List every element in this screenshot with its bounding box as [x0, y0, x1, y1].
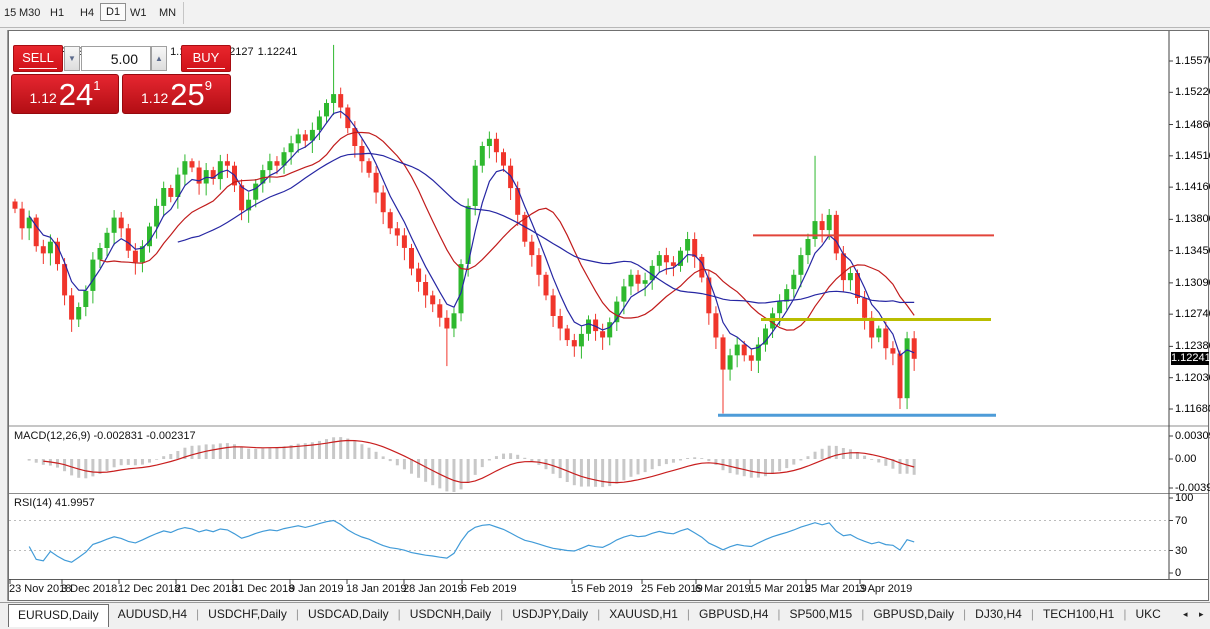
macd-axis-label: 0.00 [1175, 453, 1196, 465]
sell-big-figure: 1.12 [30, 90, 57, 106]
tab-usdcnh-daily[interactable]: USDCNH,Daily [401, 603, 500, 628]
macd-panel-header: MACD(12,26,9) -0.002831 -0.002317 [14, 430, 196, 442]
one-click-trade-panel: SELL ▼ ▲ BUY 1.12 24 1 1.12 25 9 [11, 45, 233, 115]
price-axis-label: 1.14510 [1175, 150, 1210, 162]
volume-decrement-button[interactable]: ▼ [64, 46, 80, 71]
price-axis-label: 1.11680 [1175, 403, 1210, 415]
date-axis-label: 18 Jan 2019 [346, 583, 407, 595]
date-axis-label: 21 Dec 2018 [175, 583, 237, 595]
price-axis-label: 1.13090 [1175, 277, 1210, 289]
timeframe-button-MN[interactable]: MN [156, 5, 179, 21]
current-price-badge: 1.12241 [1171, 352, 1209, 365]
tab-scroll-left-icon[interactable]: ◂ [1183, 609, 1188, 620]
date-axis-label: 25 Mar 2019 [805, 583, 867, 595]
timeframe-button-H1[interactable]: H1 [47, 5, 67, 21]
price-axis-label: 1.14160 [1175, 181, 1210, 193]
trading-app-window: 15M30H1H4D1W1MN ▲EURUSD,Daily 1.121551.1… [0, 0, 1210, 629]
tab-usdjpy-daily[interactable]: USDJPY,Daily [503, 603, 597, 628]
axis-ticks [1169, 61, 1173, 573]
sell-underline [19, 68, 57, 69]
macd-name: MACD(12,26,9) [14, 430, 90, 442]
sell-pips: 24 [59, 81, 93, 109]
sell-button-label: SELL [14, 50, 62, 65]
rsi-axis-label: 0 [1175, 567, 1181, 579]
timeframe-button-H4[interactable]: H4 [77, 5, 97, 21]
tab-audusd-h4[interactable]: AUDUSD,H4 [109, 603, 196, 628]
macd-values: -0.002831 -0.002317 [93, 430, 195, 442]
date-axis-label: 31 Dec 2018 [232, 583, 294, 595]
tab-eurusd-daily[interactable]: EURUSD,Daily [8, 604, 109, 628]
buy-price-button[interactable]: 1.12 25 9 [122, 74, 231, 114]
date-axis-label: 28 Jan 2019 [403, 583, 464, 595]
tab-dj30-h4[interactable]: DJ30,H4 [966, 603, 1031, 628]
date-axis-label: 6 Feb 2019 [461, 583, 517, 595]
date-axis-label: 9 Jan 2019 [289, 583, 343, 595]
buy-pips: 25 [170, 81, 204, 109]
price-axis-label: 1.12030 [1175, 372, 1210, 384]
price-axis-label: 1.12740 [1175, 308, 1210, 320]
buy-button[interactable]: BUY [181, 45, 231, 72]
date-axis-label: 15 Mar 2019 [749, 583, 811, 595]
buy-underline [187, 68, 225, 69]
chart-tab-bar: EURUSD,DailyAUDUSD,H4|USDCHF,Daily|USDCA… [0, 602, 1210, 628]
toolbar-separator [183, 2, 184, 24]
chart-canvas[interactable] [9, 31, 1208, 600]
timeframe-button-M30[interactable]: M30 [16, 5, 43, 21]
rsi-value: 41.9957 [55, 497, 95, 509]
date-axis-label: 15 Feb 2019 [571, 583, 633, 595]
tab-gbpusd-h4[interactable]: GBPUSD,H4 [690, 603, 777, 628]
timeframe-toolbar: 15M30H1H4D1W1MN [0, 0, 1210, 28]
macd-layer [29, 437, 914, 492]
timeframe-button-W1[interactable]: W1 [127, 5, 150, 21]
sell-button[interactable]: SELL [13, 45, 63, 72]
sell-price-button[interactable]: 1.12 24 1 [11, 74, 119, 114]
window-left-edge [0, 30, 8, 601]
rsi-axis-label: 30 [1175, 545, 1187, 557]
trend-lines-layer [718, 235, 996, 415]
price-axis-label: 1.15220 [1175, 86, 1210, 98]
tab-tech100-h1[interactable]: TECH100,H1 [1034, 603, 1123, 628]
rsi-name: RSI(14) [14, 497, 52, 509]
buy-big-figure: 1.12 [141, 90, 168, 106]
rsi-layer [29, 521, 914, 563]
buy-button-label: BUY [182, 50, 230, 65]
date-axis-label: 3 Apr 2019 [859, 583, 912, 595]
rsi-axis-label: 100 [1175, 492, 1193, 504]
rsi-panel-header: RSI(14) 41.9957 [14, 497, 95, 509]
volume-input[interactable] [81, 46, 151, 71]
rsi-axis-label: 70 [1175, 515, 1187, 527]
date-axis-label: 6 Mar 2019 [695, 583, 751, 595]
price-axis-label: 1.13800 [1175, 213, 1210, 225]
tab-ukc[interactable]: UKC [1126, 603, 1169, 628]
price-axis-label: 1.14860 [1175, 119, 1210, 131]
spinner-down-icon: ▼ [68, 54, 76, 63]
tab-xauusd-h1[interactable]: XAUUSD,H1 [600, 603, 687, 628]
tab-usdcad-daily[interactable]: USDCAD,Daily [299, 603, 398, 628]
macd-axis-label: 0.003095 [1175, 430, 1210, 442]
tab-scroll-right-icon[interactable]: ▸ [1199, 609, 1204, 620]
buy-pipette: 9 [205, 78, 212, 93]
tab-gbpusd-daily[interactable]: GBPUSD,Daily [864, 603, 963, 628]
price-axis-label: 1.12380 [1175, 340, 1210, 352]
tab-usdchf-daily[interactable]: USDCHF,Daily [199, 603, 296, 628]
date-axis-label: 3 Dec 2018 [61, 583, 117, 595]
spinner-up-icon: ▲ [155, 54, 163, 63]
price-axis-label: 1.15570 [1175, 55, 1210, 67]
volume-increment-button[interactable]: ▲ [151, 46, 167, 71]
price-axis-label: 1.13450 [1175, 245, 1210, 257]
sell-pipette: 1 [93, 78, 100, 93]
tab-sp500-m15[interactable]: SP500,M15 [781, 603, 862, 628]
chart-window[interactable]: ▲EURUSD,Daily 1.121551.122831.121271.122… [8, 30, 1209, 601]
date-axis-label: 25 Feb 2019 [641, 583, 703, 595]
timeframe-button-D1[interactable]: D1 [100, 3, 126, 21]
date-axis-label: 12 Dec 2018 [118, 583, 180, 595]
ohlc-close: 1.12241 [258, 46, 298, 58]
